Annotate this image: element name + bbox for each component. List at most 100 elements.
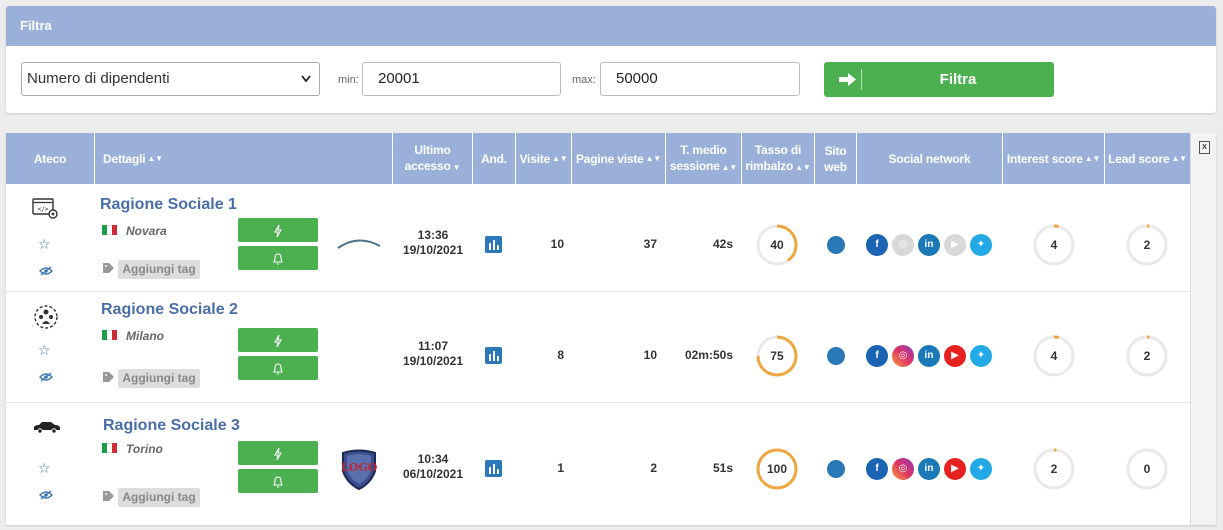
bell-button[interactable]	[238, 356, 318, 380]
tmedio-value: 51s	[712, 461, 733, 475]
excel-icon[interactable]: X	[1199, 141, 1210, 154]
star-icon[interactable]: ☆	[38, 342, 51, 359]
globe-icon[interactable]	[827, 236, 845, 254]
col-tasso-rimbalzo[interactable]: Tasso di rimbalzo ▲▼	[742, 133, 815, 184]
interest-score-ring: 4	[1033, 224, 1075, 266]
col-tempo-medio[interactable]: T. medio sessione ▲▼	[666, 133, 742, 184]
col-interest-score[interactable]: Interest score ▲▼	[1003, 133, 1105, 184]
results-table: Ateco Dettagli ▲▼ Ultimo accesso ▼ And. Vis…	[6, 133, 1216, 525]
people-group-icon	[34, 305, 58, 329]
lightning-button[interactable]	[238, 328, 318, 352]
bell-button[interactable]	[238, 246, 318, 270]
bar-chart-icon[interactable]	[485, 347, 502, 364]
pagine-value: 2	[650, 461, 657, 475]
col-andamento: And.	[473, 133, 516, 184]
bar-chart-icon[interactable]	[485, 460, 502, 477]
tag-icon	[103, 491, 114, 501]
bell-icon	[273, 476, 283, 488]
max-input[interactable]: 50000	[600, 62, 800, 96]
company-name[interactable]: Ragione Sociale 1	[100, 196, 237, 214]
instagram-icon[interactable]: ◎	[892, 234, 914, 256]
facebook-icon[interactable]: f	[866, 345, 888, 367]
star-icon[interactable]: ☆	[38, 236, 51, 253]
col-lead-score[interactable]: Lead score ▲▼	[1105, 133, 1190, 184]
youtube-icon[interactable]: ▶	[944, 345, 966, 367]
add-tag-button[interactable]: Aggiungi tag	[118, 260, 200, 279]
table-row: ☆ Ragione Sociale 2 Milano Aggiungi tag …	[6, 292, 1190, 403]
lightning-icon	[274, 334, 282, 347]
filter-button[interactable]: Filtra	[824, 62, 1054, 97]
min-label: min:	[338, 74, 359, 86]
sort-icon: ▲▼	[552, 153, 568, 163]
lightning-button[interactable]	[238, 441, 318, 465]
tag-icon	[103, 372, 114, 382]
lead-score-ring: 2	[1126, 335, 1168, 377]
eye-slash-icon[interactable]	[39, 372, 53, 382]
instagram-icon[interactable]: ◎	[892, 345, 914, 367]
city: Milano	[126, 329, 164, 343]
last-access: 10:34 06/10/2021	[402, 452, 464, 481]
linkedin-icon[interactable]: in	[918, 234, 940, 256]
add-tag-button[interactable]: Aggiungi tag	[118, 488, 200, 507]
table-row: </> ☆ Ragione Sociale 1 Novara Aggiungi …	[6, 184, 1190, 292]
pagine-value: 10	[643, 348, 657, 362]
filter-field-select[interactable]: Numero di dipendenti	[21, 62, 320, 96]
col-sito-web: Sito web	[815, 133, 857, 184]
twitter-icon[interactable]: ✦	[970, 458, 992, 480]
bell-button[interactable]	[238, 469, 318, 493]
lightning-icon	[274, 447, 282, 460]
facebook-icon[interactable]: f	[866, 234, 888, 256]
tag-icon	[103, 263, 114, 273]
company-logo	[337, 239, 381, 249]
italy-flag-icon	[102, 330, 117, 340]
filter-body: Numero di dipendenti min: 20001 max: 500…	[6, 46, 1216, 113]
min-input[interactable]: 20001	[362, 62, 561, 96]
company-name[interactable]: Ragione Sociale 3	[103, 417, 240, 435]
eye-slash-icon[interactable]	[39, 490, 53, 500]
export-column: X	[1190, 133, 1216, 525]
bounce-rate-ring: 75	[756, 335, 798, 377]
eye-slash-icon[interactable]	[39, 266, 53, 276]
last-access: 13:36 19/10/2021	[402, 228, 464, 257]
tmedio-value: 02m:50s	[684, 348, 733, 362]
col-visite[interactable]: Visite ▲▼	[516, 133, 572, 184]
svg-text:</>: </>	[37, 206, 49, 213]
facebook-icon[interactable]: f	[866, 458, 888, 480]
twitter-icon[interactable]: ✦	[970, 345, 992, 367]
lead-score-ring: 0	[1126, 448, 1168, 490]
col-ultimo-accesso[interactable]: Ultimo accesso ▼	[393, 133, 473, 184]
chevron-down-icon	[300, 63, 312, 108]
col-pagine-viste[interactable]: Pagine viste ▲▼	[572, 133, 666, 184]
table-row: ☆ Ragione Sociale 3 Torino Aggiungi tag …	[6, 403, 1190, 525]
logo-text: LOGO	[341, 461, 378, 474]
col-social-network: Social network	[857, 133, 1003, 184]
table-header: Ateco Dettagli ▲▼ Ultimo accesso ▼ And. Vis…	[6, 133, 1190, 184]
youtube-icon[interactable]: ▶	[944, 458, 966, 480]
globe-icon[interactable]	[827, 347, 845, 365]
col-dettagli[interactable]: Dettagli ▲▼	[95, 133, 393, 184]
instagram-icon[interactable]: ◎	[892, 458, 914, 480]
lead-score-ring: 2	[1126, 224, 1168, 266]
globe-icon[interactable]	[827, 460, 845, 478]
sort-desc-icon: ▼	[452, 162, 461, 172]
filter-title: Filtra	[6, 6, 1216, 46]
star-icon[interactable]: ☆	[38, 460, 51, 477]
twitter-icon[interactable]: ✦	[970, 234, 992, 256]
add-tag-button[interactable]: Aggiungi tag	[118, 369, 200, 388]
bounce-rate-ring: 40	[756, 224, 798, 266]
company-logo: LOGO	[337, 447, 381, 494]
linkedin-icon[interactable]: in	[918, 345, 940, 367]
lightning-button[interactable]	[238, 218, 318, 242]
italy-flag-icon	[102, 443, 117, 453]
filter-button-label: Filtra	[939, 71, 977, 88]
tmedio-value: 42s	[712, 237, 733, 251]
youtube-icon[interactable]: ▶	[944, 234, 966, 256]
linkedin-icon[interactable]: in	[918, 458, 940, 480]
pagine-value: 37	[643, 237, 657, 251]
bell-icon	[273, 253, 283, 265]
company-name[interactable]: Ragione Sociale 2	[101, 301, 238, 319]
sort-icon: ▲▼	[795, 162, 811, 172]
sort-icon: ▲▼	[1084, 153, 1101, 163]
bar-chart-icon[interactable]	[485, 236, 502, 253]
italy-flag-icon	[102, 225, 117, 235]
